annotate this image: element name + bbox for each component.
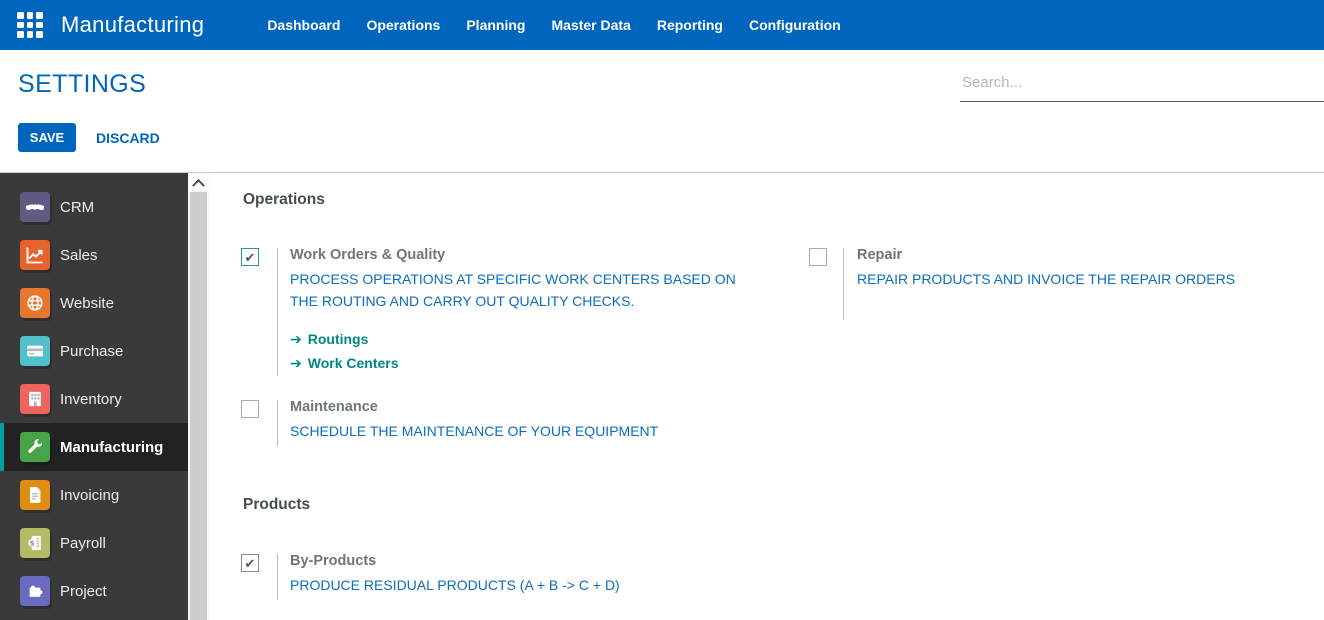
apps-grid-icon[interactable] xyxy=(17,12,43,38)
menu-item-operations[interactable]: Operations xyxy=(353,8,453,42)
setting-label-by-products: By-Products xyxy=(290,553,377,569)
crm-handshake-icon xyxy=(20,192,50,222)
sidebar-item-label: Invoicing xyxy=(60,486,120,504)
sidebar-item-inventory[interactable]: Inventory xyxy=(0,375,188,423)
menu-item-reporting[interactable]: Reporting xyxy=(644,8,736,42)
discard-button[interactable]: DISCARD xyxy=(90,123,166,152)
top-menu: Dashboard Operations Planning Master Dat… xyxy=(254,8,853,42)
sidebar-item-label: Payroll xyxy=(60,534,106,552)
sidebar-item-label: Manufacturing xyxy=(60,438,164,456)
svg-text:$: $ xyxy=(30,539,35,548)
sidebar-item-payroll[interactable]: $ Payroll xyxy=(0,519,188,567)
sales-chart-icon xyxy=(20,240,50,270)
invoicing-document-icon xyxy=(20,480,50,510)
sidebar-item-manufacturing[interactable]: Manufacturing xyxy=(0,423,188,471)
item-divider xyxy=(843,248,844,320)
setting-description-by-products[interactable]: PRODUCE RESIDUAL PRODUCTS (A + B -> C + … xyxy=(290,574,750,596)
setting-label-work-orders-quality: Work Orders & Quality xyxy=(290,247,446,263)
section-title-operations: Operations xyxy=(243,191,325,208)
page-title: SETTINGS xyxy=(18,70,147,98)
sidebar-item-crm[interactable]: CRM xyxy=(0,183,188,231)
search-input[interactable] xyxy=(960,68,1324,97)
apps-sidebar: CRM Sales Website Purchase Inventory Man… xyxy=(0,173,188,620)
search-box xyxy=(960,68,1324,102)
right-arrow-icon: ➔ xyxy=(290,331,302,347)
save-button[interactable]: SAVE xyxy=(18,123,76,152)
sidebar-item-website[interactable]: Website xyxy=(0,279,188,327)
website-globe-icon xyxy=(20,288,50,318)
setting-label-maintenance: Maintenance xyxy=(290,399,378,415)
menu-item-configuration[interactable]: Configuration xyxy=(736,8,854,42)
item-divider xyxy=(277,400,278,446)
project-puzzle-icon xyxy=(20,576,50,606)
top-navbar: Manufacturing Dashboard Operations Plann… xyxy=(0,0,1324,50)
sidebar-item-invoicing[interactable]: Invoicing xyxy=(0,471,188,519)
scrollbar-thumb[interactable] xyxy=(190,192,207,620)
setting-label-repair: Repair xyxy=(857,247,903,263)
app-title: Manufacturing xyxy=(61,12,205,37)
sidebar-item-project[interactable]: Project xyxy=(0,567,188,615)
link-work-centers[interactable]: ➔ Work Centers xyxy=(290,353,399,373)
checkbox-maintenance[interactable] xyxy=(241,400,259,418)
payroll-money-icon: $ xyxy=(20,528,50,558)
inventory-building-icon xyxy=(20,384,50,414)
menu-item-planning[interactable]: Planning xyxy=(453,8,538,42)
menu-item-dashboard[interactable]: Dashboard xyxy=(254,8,353,42)
sidebar-item-label: Sales xyxy=(60,246,98,264)
section-title-products: Products xyxy=(243,496,311,513)
checkbox-by-products[interactable] xyxy=(241,554,259,572)
sidebar-item-label: Project xyxy=(60,582,107,600)
sidebar-item-label: Website xyxy=(60,294,114,312)
manufacturing-wrench-icon xyxy=(20,432,50,462)
right-arrow-icon: ➔ xyxy=(290,355,302,371)
sidebar-item-purchase[interactable]: Purchase xyxy=(0,327,188,375)
content-area: CRM Sales Website Purchase Inventory Man… xyxy=(0,172,1324,620)
setting-description-work-orders-quality[interactable]: PROCESS OPERATIONS AT SPECIFIC WORK CENT… xyxy=(290,268,750,312)
menu-item-master-data[interactable]: Master Data xyxy=(538,8,643,42)
sidebar-item-sales[interactable]: Sales xyxy=(0,231,188,279)
item-divider xyxy=(277,248,278,376)
link-routings[interactable]: ➔ Routings xyxy=(290,329,399,349)
sidebar-item-label: Inventory xyxy=(60,390,122,408)
setting-description-maintenance[interactable]: SCHEDULE THE MAINTENANCE OF YOUR EQUIPME… xyxy=(290,420,750,442)
sidebar-item-label: CRM xyxy=(60,198,95,216)
purchase-card-icon xyxy=(20,336,50,366)
scrollbar-up-arrow-icon[interactable] xyxy=(188,173,209,192)
settings-pane: Operations Work Orders & Quality PROCESS… xyxy=(209,173,1324,620)
content-scrollbar xyxy=(188,173,209,620)
checkbox-repair[interactable] xyxy=(809,248,827,266)
setting-description-repair[interactable]: REPAIR PRODUCTS AND INVOICE THE REPAIR O… xyxy=(857,268,1277,290)
sidebar-item-label: Purchase xyxy=(60,342,124,360)
manufacturing-settings-page: Manufacturing Dashboard Operations Plann… xyxy=(0,0,1324,620)
checkbox-work-orders-quality[interactable] xyxy=(241,248,259,266)
item-divider xyxy=(277,554,278,600)
setting-links: ➔ Routings ➔ Work Centers xyxy=(290,329,399,373)
